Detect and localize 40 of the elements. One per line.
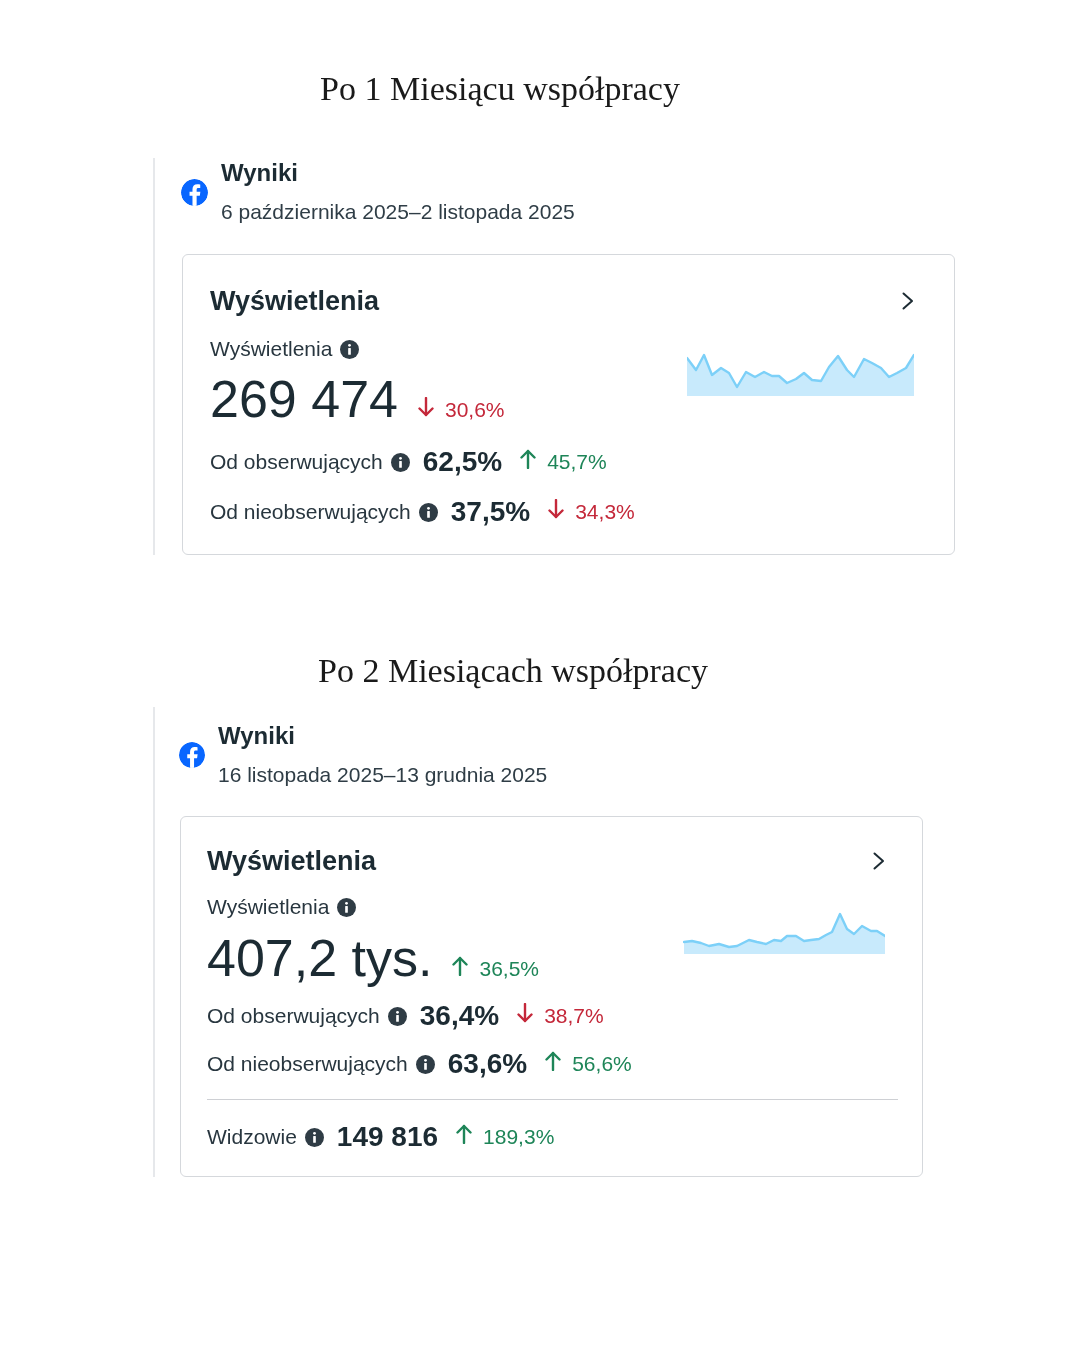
change-percent: 56,6% [572,1051,632,1077]
metric-value: 63,6% [447,1048,528,1080]
metric-value: 149 816 [336,1121,439,1153]
facebook-icon [179,742,205,768]
metric-label: Od obserwujących [207,1003,380,1029]
change-percent: 38,7% [544,1003,604,1029]
total-value: 269 474 [210,369,398,429]
metric-label: Od obserwujących [210,449,383,475]
change-percent: 45,7% [547,449,607,475]
info-icon[interactable] [390,452,410,472]
change-percent: 36,5% [479,956,539,982]
metric-label: Wyświetlenia [210,336,333,362]
metric-label: Od nieobserwujących [207,1051,408,1077]
date-range: 6 października 2025–2 listopada 2025 [221,199,575,225]
results-title: Wyniki [218,721,295,751]
metric-value: 62,5% [422,446,503,478]
card-title: Wyświetlenia [210,285,380,318]
chevron-right-icon[interactable] [902,292,914,310]
change-percent: 30,6% [444,397,505,423]
info-icon[interactable] [387,1006,407,1026]
change-percent: 189,3% [483,1124,555,1150]
metric-value: 36,4% [419,1000,500,1032]
metric-label: Widzowie [207,1124,297,1150]
facebook-icon [181,178,208,206]
info-icon[interactable] [304,1127,324,1147]
metric-label: Wyświetlenia [207,894,330,920]
info-icon[interactable] [337,897,357,917]
metric-value: 37,5% [450,496,531,528]
card-title: Wyświetlenia [207,845,377,878]
info-icon[interactable] [415,1054,435,1074]
section-heading: Po 2 Miesiącach współpracy [318,651,708,691]
metric-label: Od nieobserwujących [210,499,411,525]
results-title: Wyniki [221,158,298,188]
chevron-right-icon[interactable] [873,852,885,870]
info-icon[interactable] [340,339,360,359]
total-value: 407,2 tys. [207,928,433,988]
date-range: 16 listopada 2025–13 grudnia 2025 [218,762,548,788]
info-icon[interactable] [418,502,438,522]
section-heading: Po 1 Miesiącu współpracy [320,69,680,109]
change-percent: 34,3% [575,499,635,525]
